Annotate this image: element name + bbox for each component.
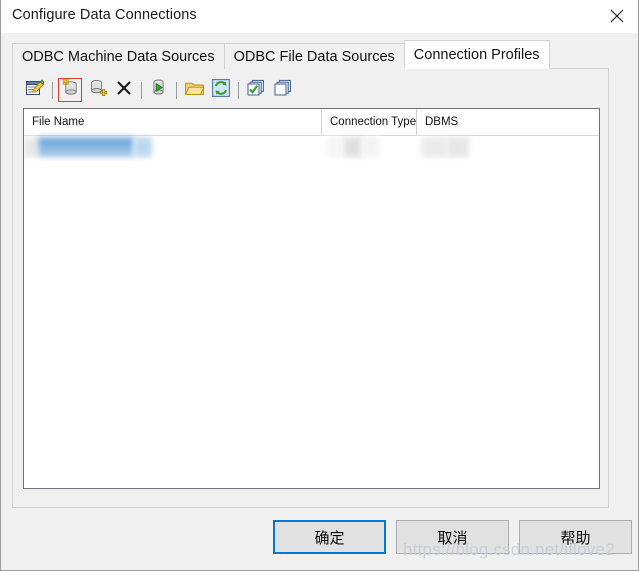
select-all-button[interactable]: [244, 78, 268, 102]
close-button[interactable]: [594, 0, 638, 31]
configure-data-connections-dialog: Configure Data Connections ODBC Machine …: [0, 0, 639, 571]
tab-label: Connection Profiles: [413, 46, 540, 63]
column-header-label: Connection Type: [330, 116, 417, 128]
file-name-cell-redacted: [24, 137, 38, 157]
toolbar-separator: [52, 81, 53, 99]
file-name-cell-redacted: [134, 137, 152, 157]
tab-connection-profiles[interactable]: Connection Profiles: [403, 40, 550, 69]
close-icon: [610, 9, 624, 23]
connect-button[interactable]: [147, 78, 171, 102]
new-connection-icon: [61, 78, 80, 102]
list-body: [24, 136, 599, 488]
list-header-row: File Name Connection Type DBMS: [24, 109, 599, 136]
tab-label: ODBC File Data Sources: [233, 48, 395, 65]
table-row[interactable]: [24, 136, 599, 158]
connection-profiles-panel: File Name Connection Type DBMS: [12, 68, 609, 508]
copy-button[interactable]: [271, 78, 295, 102]
title-bar: Configure Data Connections: [1, 0, 638, 33]
edit-profile-icon: [25, 79, 45, 102]
delete-button[interactable]: [112, 78, 136, 102]
connection-type-cell-redacted: [344, 137, 362, 157]
column-header-label: File Name: [32, 116, 85, 128]
open-folder-button[interactable]: [182, 78, 206, 102]
tab-odbc-file-data-sources[interactable]: ODBC File Data Sources: [223, 43, 405, 69]
help-button[interactable]: 帮助: [519, 520, 632, 554]
profiles-toolbar: [23, 77, 295, 103]
connection-type-cell-redacted: [326, 137, 344, 157]
column-header-label: DBMS: [425, 116, 459, 128]
dbms-cell-redacted: [447, 137, 469, 157]
file-name-cell-redacted: [38, 137, 134, 157]
ok-button-label: 确定: [314, 528, 345, 547]
delete-icon: [116, 80, 132, 101]
dbms-cell-redacted: [421, 137, 447, 157]
connection-profiles-list[interactable]: File Name Connection Type DBMS: [23, 108, 600, 489]
copy-icon: [274, 79, 292, 101]
toolbar-separator: [238, 81, 239, 99]
toolbar-separator: [176, 81, 177, 99]
tab-label: ODBC Machine Data Sources: [22, 48, 215, 65]
connect-icon: [150, 78, 168, 102]
refresh-button[interactable]: [209, 78, 233, 102]
column-header-file-name[interactable]: File Name: [24, 109, 322, 135]
open-folder-icon: [184, 80, 205, 101]
refresh-icon: [212, 78, 230, 102]
select-all-icon: [247, 79, 265, 101]
help-button-label: 帮助: [560, 528, 591, 547]
connection-type-cell-redacted: [362, 137, 380, 157]
dialog-client-area: ODBC Machine Data Sources ODBC File Data…: [1, 33, 638, 570]
tab-odbc-machine-data-sources[interactable]: ODBC Machine Data Sources: [12, 43, 225, 69]
add-database-icon: [88, 78, 107, 102]
new-connection-button[interactable]: [58, 78, 82, 102]
tab-strip: ODBC Machine Data Sources ODBC File Data…: [12, 40, 550, 69]
ok-button[interactable]: 确定: [273, 520, 386, 554]
dialog-button-bar: 确定 取消 帮助: [1, 520, 638, 570]
toolbar-separator: [141, 81, 142, 99]
cancel-button-label: 取消: [437, 528, 468, 547]
column-header-dbms[interactable]: DBMS: [417, 109, 599, 135]
column-header-connection-type[interactable]: Connection Type: [322, 109, 417, 135]
window-title: Configure Data Connections: [12, 7, 197, 23]
cancel-button[interactable]: 取消: [396, 520, 509, 554]
edit-profile-button[interactable]: [23, 78, 47, 102]
add-database-button[interactable]: [85, 78, 109, 102]
